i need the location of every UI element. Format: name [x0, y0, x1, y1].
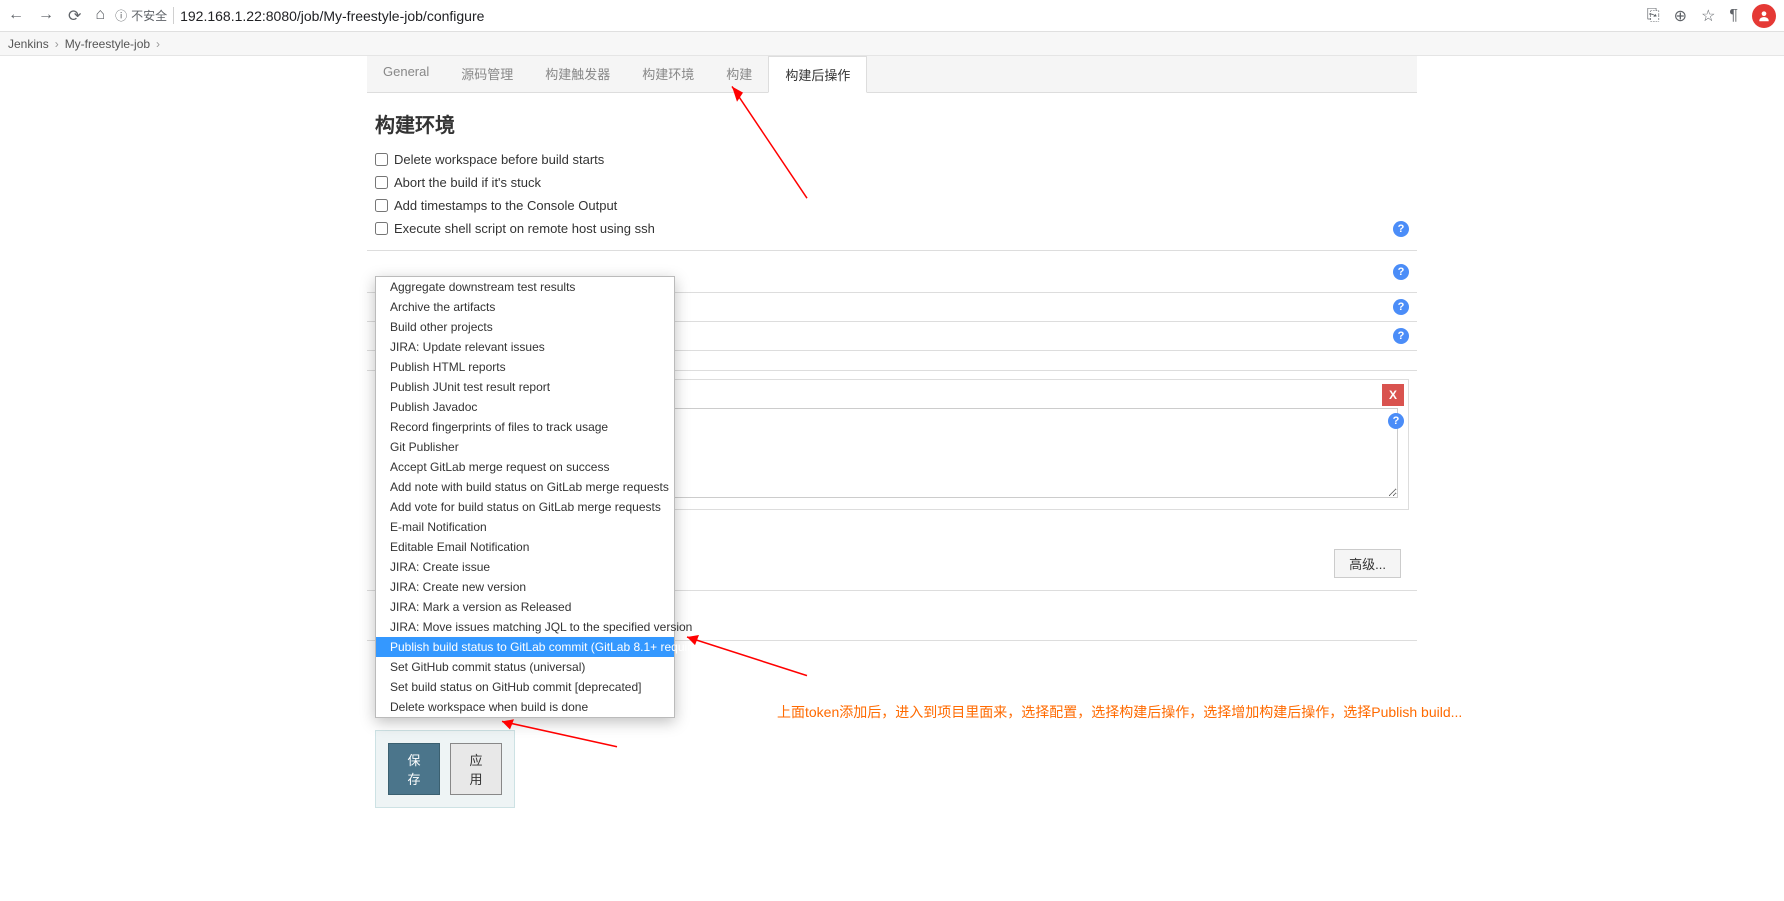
help-icon[interactable]: ?	[1393, 264, 1409, 280]
dropdown-option[interactable]: Editable Email Notification	[376, 537, 674, 557]
apply-button[interactable]: 应用	[450, 743, 502, 795]
dropdown-option[interactable]: Add note with build status on GitLab mer…	[376, 477, 674, 497]
chk-delete-ws-label: Delete workspace before build starts	[394, 152, 604, 167]
help-icon[interactable]: ?	[1393, 328, 1409, 344]
breadcrumb-sep: ›	[55, 37, 59, 51]
info-icon: ⓘ	[115, 7, 127, 24]
chk-abort-stuck[interactable]	[375, 176, 388, 189]
tab-env[interactable]: 构建环境	[626, 56, 710, 92]
chk-exec-shell[interactable]	[375, 222, 388, 235]
dropdown-option[interactable]: Publish Javadoc	[376, 397, 674, 417]
tab-general[interactable]: General	[367, 56, 445, 92]
close-icon[interactable]: X	[1382, 384, 1404, 406]
zoom-icon[interactable]: ⊕	[1674, 6, 1687, 26]
chk-delete-ws[interactable]	[375, 153, 388, 166]
security-label: 不安全	[131, 7, 167, 24]
dropdown-option[interactable]: JIRA: Create issue	[376, 557, 674, 577]
dropdown-option[interactable]: E-mail Notification	[376, 517, 674, 537]
chk-timestamps[interactable]	[375, 199, 388, 212]
security-indicator[interactable]: ⓘ 不安全	[115, 7, 174, 24]
help-icon[interactable]: ?	[1393, 221, 1409, 237]
section-title-build-env: 构建环境	[367, 93, 1417, 148]
dropdown-option[interactable]: JIRA: Move issues matching JQL to the sp…	[376, 617, 674, 637]
footer-buttons: 保存 应用	[375, 730, 515, 808]
chk-abort-stuck-label: Abort the build if it's stuck	[394, 175, 541, 190]
breadcrumb-root[interactable]: Jenkins	[8, 37, 49, 51]
breadcrumb: Jenkins › My-freestyle-job ›	[0, 32, 1784, 56]
annotation-text: 上面token添加后，进入到项目里面来，选择配置，选择构建后操作，选择增加构建后…	[777, 702, 1462, 722]
tab-postbuild[interactable]: 构建后操作	[768, 56, 867, 93]
config-tabs: General 源码管理 构建触发器 构建环境 构建 构建后操作	[367, 56, 1417, 93]
home-icon[interactable]: ⌂	[95, 6, 105, 26]
postbuild-actions-dropdown: Aggregate downstream test resultsArchive…	[375, 276, 675, 718]
dropdown-option[interactable]: Accept GitLab merge request on success	[376, 457, 674, 477]
dropdown-option[interactable]: Aggregate downstream test results	[376, 277, 674, 297]
tab-triggers[interactable]: 构建触发器	[529, 56, 626, 92]
dropdown-option[interactable]: Archive the artifacts	[376, 297, 674, 317]
tab-scm[interactable]: 源码管理	[445, 56, 529, 92]
address-url[interactable]: 192.168.1.22:8080/job/My-freestyle-job/c…	[180, 8, 484, 24]
profile-avatar[interactable]	[1752, 4, 1776, 28]
breadcrumb-sep: ›	[156, 37, 160, 51]
chk-exec-shell-label: Execute shell script on remote host usin…	[394, 221, 655, 236]
back-icon[interactable]: ←	[8, 6, 24, 26]
dropdown-option[interactable]: Publish JUnit test result report	[376, 377, 674, 397]
save-button[interactable]: 保存	[388, 743, 440, 795]
pilcrow-icon[interactable]: ¶	[1729, 7, 1738, 25]
dropdown-option[interactable]: JIRA: Update relevant issues	[376, 337, 674, 357]
dropdown-option[interactable]: Set GitHub commit status (universal)	[376, 657, 674, 677]
browser-toolbar: ← → ⟳ ⌂ ⓘ 不安全 192.168.1.22:8080/job/My-f…	[0, 0, 1784, 32]
advanced-button[interactable]: 高级...	[1334, 549, 1401, 578]
dropdown-option[interactable]: JIRA: Mark a version as Released	[376, 597, 674, 617]
bookmark-icon[interactable]: ☆	[1701, 6, 1715, 26]
chk-timestamps-label: Add timestamps to the Console Output	[394, 198, 617, 213]
breadcrumb-job[interactable]: My-freestyle-job	[65, 37, 150, 51]
dropdown-option[interactable]: Delete workspace when build is done	[376, 697, 674, 717]
dropdown-option[interactable]: Publish build status to GitLab commit (G…	[376, 637, 674, 657]
tab-build[interactable]: 构建	[710, 56, 768, 92]
forward-icon[interactable]: →	[38, 6, 54, 26]
dropdown-option[interactable]: Build other projects	[376, 317, 674, 337]
dropdown-option[interactable]: Record fingerprints of files to track us…	[376, 417, 674, 437]
translate-icon[interactable]: ⎘	[1647, 7, 1660, 25]
dropdown-option[interactable]: Add vote for build status on GitLab merg…	[376, 497, 674, 517]
reload-icon[interactable]: ⟳	[68, 6, 81, 26]
dropdown-option[interactable]: Publish HTML reports	[376, 357, 674, 377]
help-icon[interactable]: ?	[1388, 413, 1404, 429]
dropdown-option[interactable]: JIRA: Create new version	[376, 577, 674, 597]
help-icon[interactable]: ?	[1393, 299, 1409, 315]
dropdown-option[interactable]: Git Publisher	[376, 437, 674, 457]
dropdown-option[interactable]: Set build status on GitHub commit [depre…	[376, 677, 674, 697]
